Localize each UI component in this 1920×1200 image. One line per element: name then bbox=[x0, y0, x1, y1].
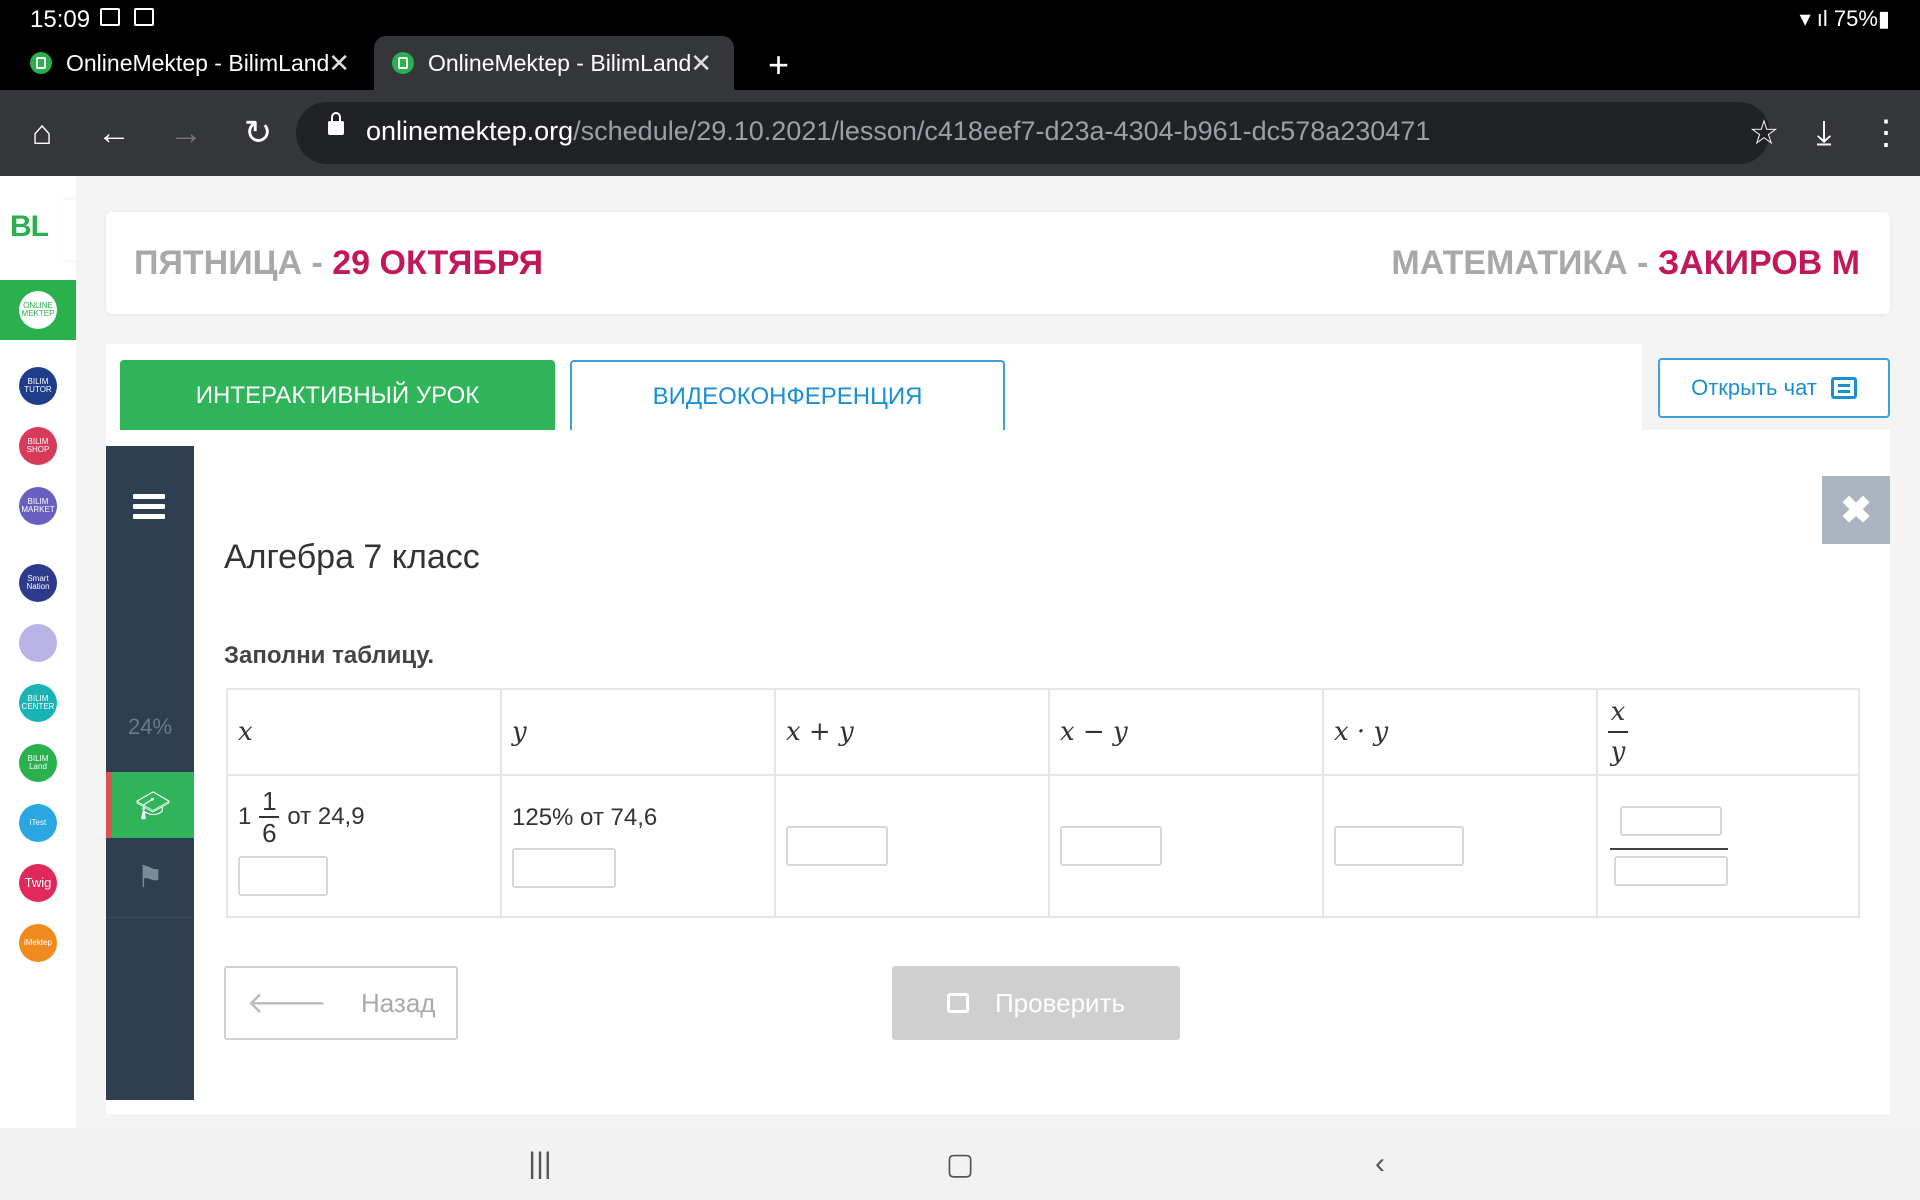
home-circle-icon[interactable]: ▢ bbox=[920, 1128, 1000, 1200]
rail-item-bilim-tutor[interactable]: BILIM TUTOR bbox=[19, 367, 57, 405]
rail-item-bilim-market[interactable]: BILIM MARKET bbox=[19, 487, 57, 525]
header-x-over-y: x y bbox=[1596, 688, 1860, 776]
mixed-fraction: 1 6 bbox=[259, 786, 280, 848]
browser-tab-active[interactable]: OnlineMektep - BilimLand ✕ bbox=[374, 36, 734, 90]
lock-icon bbox=[328, 112, 344, 135]
cell-x-minus-y bbox=[1048, 774, 1324, 918]
new-tab-button[interactable]: + bbox=[768, 44, 789, 86]
cell-x-times-y bbox=[1322, 774, 1598, 918]
close-icon[interactable]: ✕ bbox=[328, 48, 350, 79]
exercise-table: x y x + y x − y x · y x y 1 1 6 от 24,9 bbox=[226, 688, 1860, 918]
y-answer-input[interactable] bbox=[512, 848, 616, 888]
browser-tab[interactable]: OnlineMektep - BilimLand ✕ bbox=[12, 36, 372, 90]
rail-item-itest[interactable]: iTest bbox=[19, 804, 57, 842]
bl-logo[interactable]: BL bbox=[10, 210, 49, 244]
rail-item-bilim-shop[interactable]: BILIM SHOP bbox=[19, 427, 57, 465]
y-expression: 125% от 74,6 bbox=[512, 804, 658, 831]
url-text[interactable]: onlinemektep.org/schedule/29.10.2021/les… bbox=[366, 116, 1430, 147]
rail-item-smart-nation[interactable]: Smart Nation bbox=[19, 564, 57, 602]
sum-input[interactable] bbox=[786, 826, 888, 866]
task-instruction: Заполни таблицу. bbox=[224, 642, 435, 669]
chat-icon bbox=[1830, 377, 1857, 399]
open-chat-button[interactable]: Открыть чат bbox=[1658, 358, 1890, 418]
status-time: 15:09 bbox=[30, 6, 91, 33]
tab-title: OnlineMektep - BilimLand bbox=[428, 49, 692, 76]
header-x-minus-y: x − y bbox=[1048, 688, 1324, 776]
lesson-date: ПЯТНИЦА - 29 ОКТЯБРЯ bbox=[134, 244, 544, 282]
rail-item-imektep[interactable]: iMektep bbox=[19, 924, 57, 962]
back-arrow-icon[interactable]: ← bbox=[84, 90, 144, 176]
lesson-progress: 24% bbox=[127, 714, 173, 739]
rail-item-news[interactable] bbox=[19, 624, 57, 662]
screenshot-icon bbox=[134, 8, 154, 26]
download-icon[interactable]: ⤓ bbox=[1794, 90, 1854, 176]
table-header-row: x y x + y x − y x · y x y bbox=[226, 688, 1860, 776]
table-row: 1 1 6 от 24,9 125% от 74,6 bbox=[226, 774, 1860, 918]
tab-videoconference[interactable]: ВИДЕОКОНФЕРЕНЦИЯ bbox=[570, 360, 1005, 432]
fraction: x y bbox=[1608, 697, 1628, 767]
cell-y: 125% от 74,6 bbox=[500, 774, 776, 918]
check-button[interactable]: Проверить bbox=[892, 966, 1180, 1040]
more-menu-icon[interactable]: ⋮ bbox=[1856, 90, 1916, 176]
cell-x-plus-y bbox=[774, 774, 1050, 918]
lesson-title: Алгебра 7 класс bbox=[224, 538, 480, 576]
tab-title: OnlineMektep - BilimLand bbox=[66, 49, 330, 76]
checkbox-icon bbox=[946, 993, 969, 1013]
battery-level: ▾ ıl 75%▮ bbox=[1799, 6, 1890, 31]
flag-icon[interactable]: ⚑ bbox=[106, 838, 194, 918]
close-icon[interactable]: ✕ bbox=[690, 48, 712, 79]
open-chat-label: Открыть чат bbox=[1691, 375, 1817, 400]
header-x-times-y: x · y bbox=[1322, 688, 1598, 776]
rail-item-twig[interactable]: Twig bbox=[19, 864, 57, 902]
rail-item-bilimland[interactable]: BILIM Land bbox=[19, 744, 57, 782]
difference-input[interactable] bbox=[1060, 826, 1162, 866]
rail-item-bilim-center[interactable]: BILIM CENTER bbox=[19, 684, 57, 722]
tab-interactive-lesson[interactable]: ИНТЕРАКТИВНЫЙ УРОК bbox=[120, 360, 555, 432]
x-expression: 1 1 6 от 24,9 bbox=[238, 786, 365, 848]
cell-x: 1 1 6 от 24,9 bbox=[226, 774, 502, 918]
x-answer-input[interactable] bbox=[238, 856, 328, 896]
rail-item-onlinemektep[interactable]: ONLINE MEKTEP bbox=[19, 291, 57, 329]
forward-arrow-icon[interactable]: → bbox=[156, 90, 216, 176]
reload-icon[interactable]: ↻ bbox=[228, 90, 288, 176]
graduation-cap-icon[interactable]: 🎓︎ bbox=[106, 772, 194, 838]
fraction-bar bbox=[1610, 848, 1728, 850]
cell-x-over-y bbox=[1596, 774, 1860, 918]
menu-icon[interactable] bbox=[133, 494, 165, 520]
header-y: y bbox=[500, 688, 776, 776]
back-chevron-icon[interactable]: ‹ bbox=[1340, 1128, 1420, 1200]
bilimland-favicon-icon bbox=[30, 52, 52, 74]
bookmark-star-icon[interactable]: ☆ bbox=[1734, 90, 1794, 176]
lesson-subject-teacher: МАТЕМАТИКА - ЗАКИРОВ М bbox=[1391, 244, 1860, 282]
bilimland-favicon-icon bbox=[392, 52, 414, 74]
close-lesson-button[interactable]: ✖ bbox=[1822, 476, 1890, 544]
header-x: x bbox=[226, 688, 502, 776]
check-label: Проверить bbox=[994, 987, 1126, 1018]
header-x-plus-y: x + y bbox=[774, 688, 1050, 776]
status-bar: 15:09 ▾ ıl 75%▮ bbox=[0, 0, 1920, 36]
back-button[interactable]: 🡐 Назад bbox=[224, 966, 458, 1040]
recent-apps-icon[interactable]: ||| bbox=[500, 1128, 580, 1200]
home-icon[interactable]: ⌂ bbox=[12, 90, 72, 176]
quotient-denominator-input[interactable] bbox=[1614, 856, 1728, 886]
gallery-icon bbox=[100, 8, 120, 26]
quotient-numerator-input[interactable] bbox=[1620, 806, 1722, 836]
product-input[interactable] bbox=[1334, 826, 1464, 866]
arrow-left-icon: 🡐 bbox=[246, 987, 327, 1020]
back-label: Назад bbox=[360, 987, 436, 1018]
